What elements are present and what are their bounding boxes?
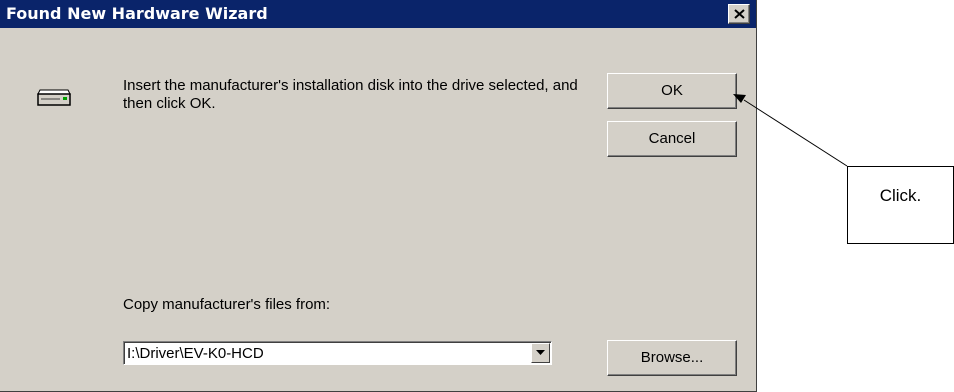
callout-arrow (733, 94, 848, 167)
annotation-box: Click. (847, 166, 954, 244)
annotation-text: Click. (879, 186, 922, 205)
